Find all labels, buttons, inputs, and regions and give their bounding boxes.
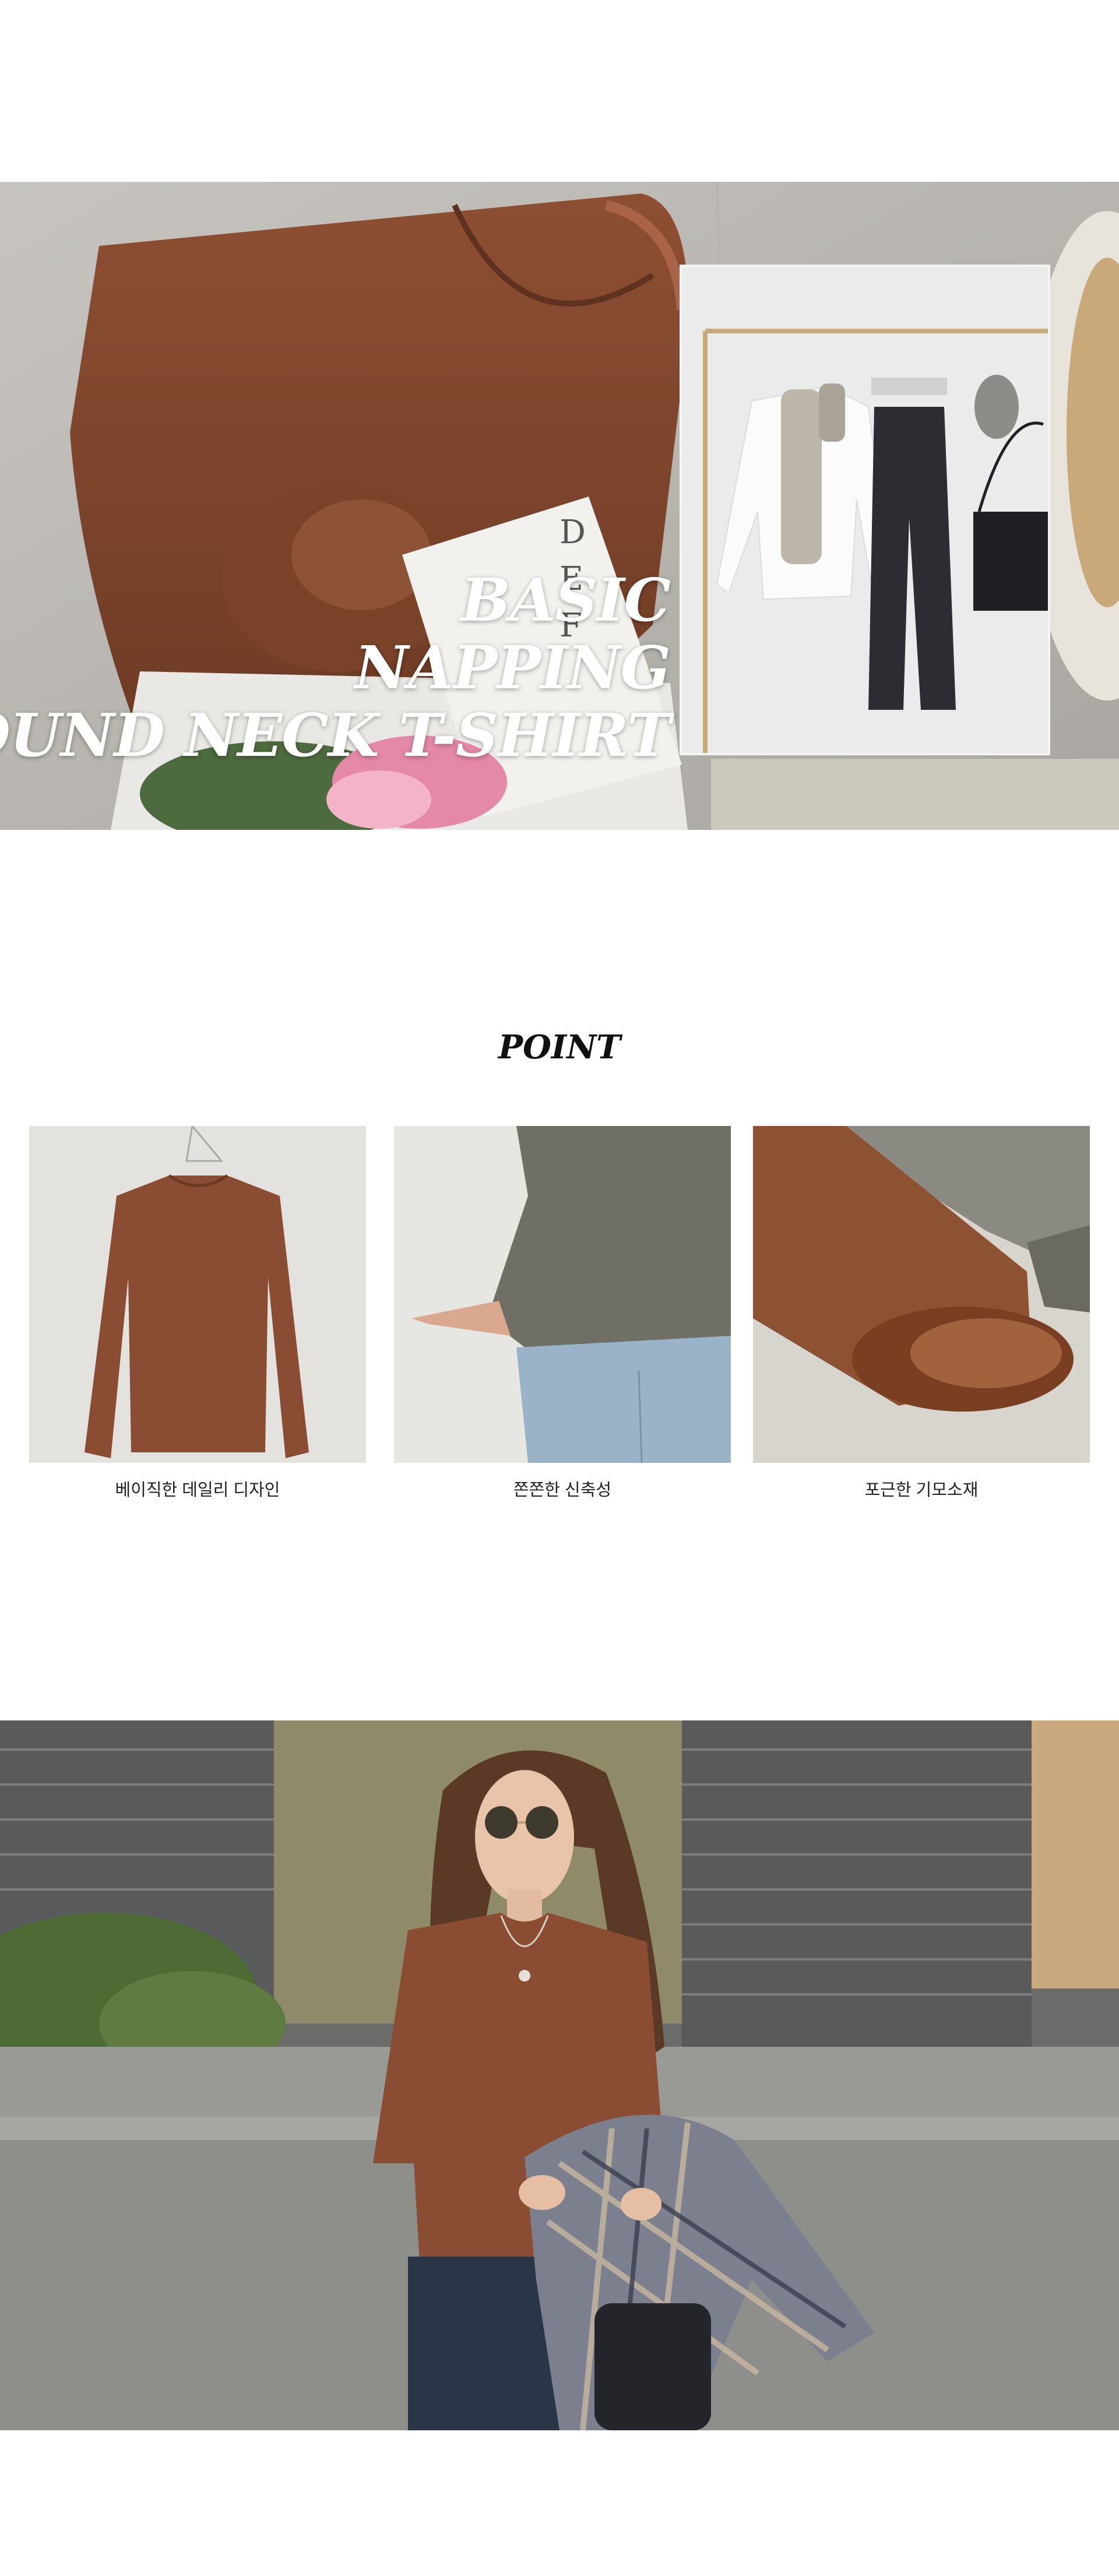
hero-banner: D E F BASIC NAPPING UND NECK T-SHIRT xyxy=(0,182,1119,830)
clothing-rack-photo xyxy=(680,265,1050,755)
point-heading: POINT xyxy=(498,1028,621,1067)
hero-title-line-2: NAPPING xyxy=(354,633,671,702)
point-caption-stretch: 쫀쫀한 신축성 xyxy=(513,1481,612,1500)
point-caption-fleece-fabric: 포근한 기모소재 xyxy=(864,1481,979,1500)
point-image-fleece-fabric xyxy=(753,1126,1090,1463)
point-image-stretch xyxy=(394,1126,731,1463)
point-caption-basic-design: 베이직한 데일리 디자인 xyxy=(115,1481,280,1500)
hero-title: BASIC NAPPING ROUND NECK T-SHIRT xyxy=(0,565,671,770)
model-photo xyxy=(0,1720,1119,2430)
hero-title-line-3: ROUND NECK T-SHIRT xyxy=(0,701,671,770)
svg-text:D: D xyxy=(560,513,586,551)
hero-title-line-1: BASIC xyxy=(460,565,671,635)
point-image-basic-design xyxy=(29,1126,366,1463)
